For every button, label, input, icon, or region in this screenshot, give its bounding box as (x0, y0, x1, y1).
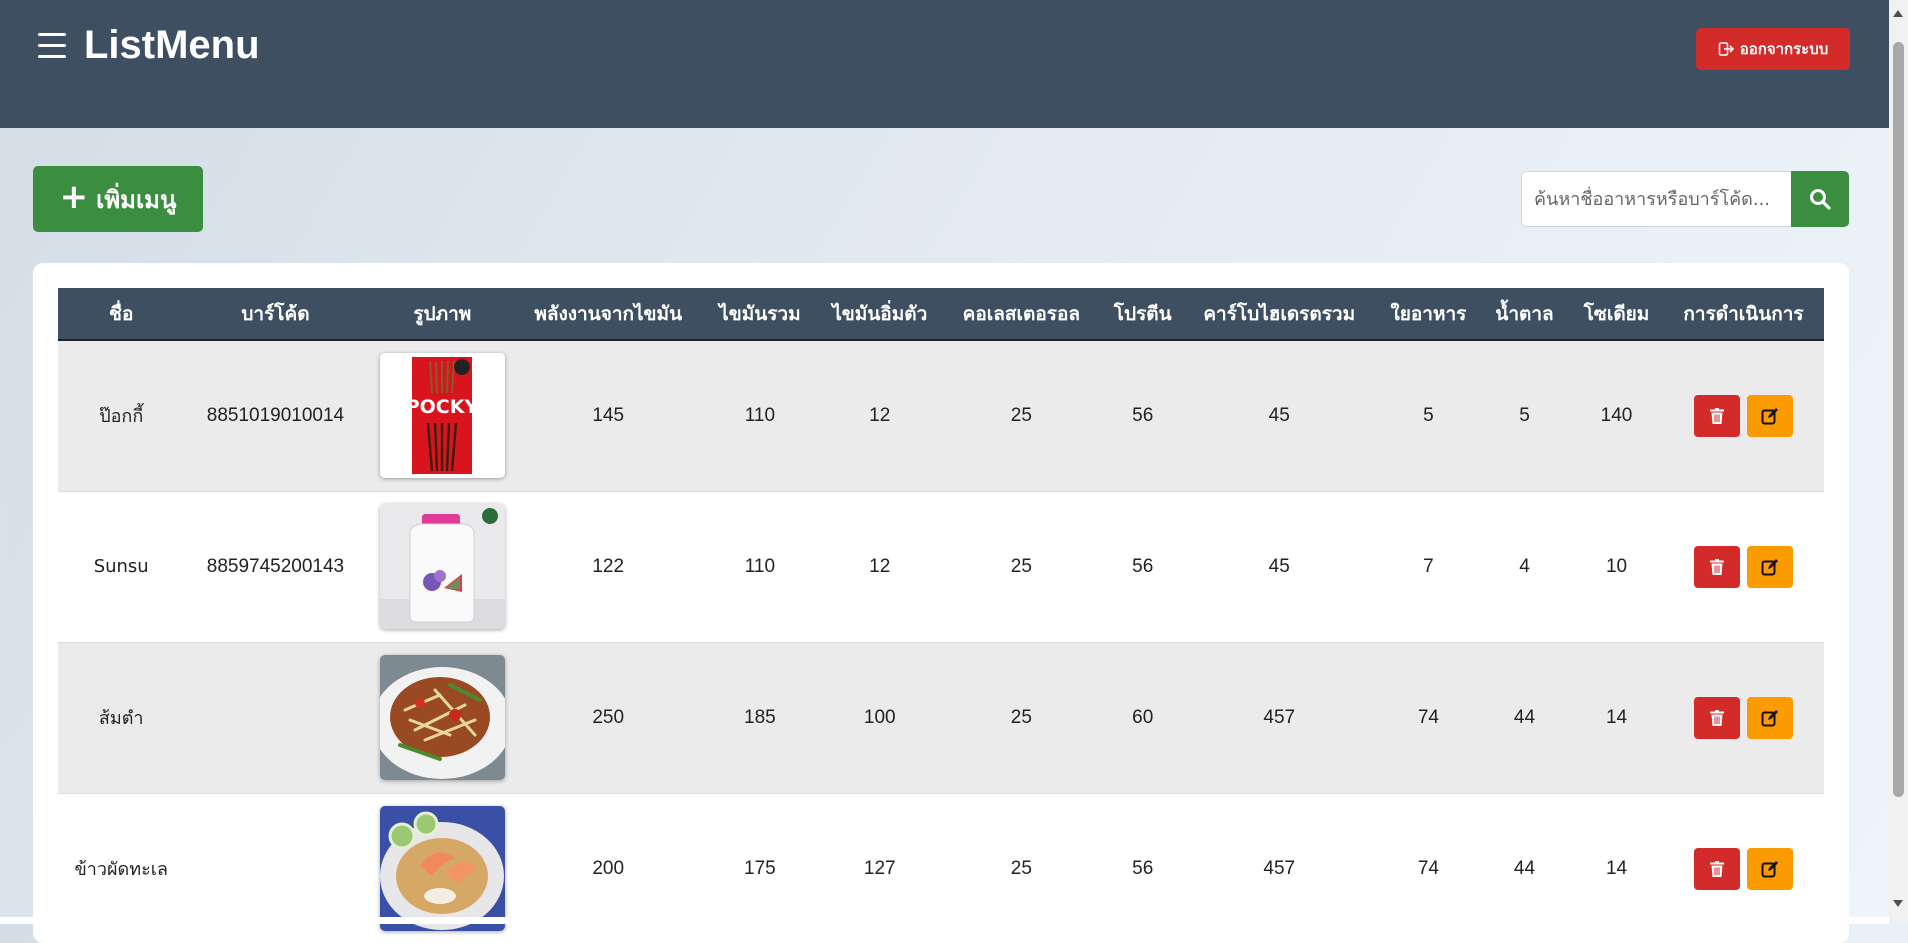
trash-icon (1710, 558, 1725, 575)
seafood-fried-rice-photo (379, 806, 505, 931)
fat-energy: 145 (592, 404, 625, 426)
sugar: 44 (1513, 706, 1536, 728)
sunsu-product-photo (379, 504, 505, 629)
menu-table: ชื่อ บาร์โค้ด รูปภาพ พลังงานจากไขมัน ไขม… (58, 288, 1824, 943)
barcode: 8851019010014 (206, 404, 345, 426)
cholesterol: 25 (1010, 555, 1032, 577)
saturated-fat: 12 (869, 555, 891, 577)
total-fat: 110 (744, 555, 776, 577)
column-header[interactable]: โซเดียม (1570, 288, 1664, 341)
protein: 56 (1132, 555, 1154, 577)
table-header-row: ชื่อ บาร์โค้ด รูปภาพ พลังงานจากไขมัน ไขม… (58, 288, 1824, 341)
trash-icon (1710, 860, 1725, 877)
total-carb: 457 (1263, 706, 1296, 728)
trash-icon (1710, 709, 1725, 726)
column-header[interactable]: โปรตีน (1104, 288, 1181, 341)
delete-button[interactable] (1694, 394, 1741, 437)
food-name: ส้มตำ (98, 708, 144, 729)
edit-button[interactable] (1747, 545, 1794, 588)
sugar: 4 (1519, 555, 1530, 577)
food-name: ป๊อกกี้ (99, 406, 144, 428)
add-menu-button[interactable]: + เพิ่มเมนู (33, 166, 203, 232)
total-carb: 45 (1268, 555, 1290, 577)
fiber: 5 (1423, 404, 1434, 426)
column-header[interactable]: ชื่อ (58, 288, 185, 341)
edit-button[interactable] (1747, 394, 1794, 437)
top-navbar: ListMenu ออกจากระบบ (0, 0, 1889, 128)
edit-icon (1761, 558, 1779, 575)
scroll-down-arrow-icon[interactable] (1893, 900, 1903, 907)
logout-button[interactable]: ออกจากระบบ (1696, 28, 1850, 70)
hamburger-icon[interactable] (38, 33, 66, 59)
sodium: 10 (1605, 555, 1628, 577)
column-header[interactable]: คาร์โบไฮเดรตรวม (1180, 288, 1378, 341)
barcode (184, 642, 366, 793)
edit-icon (1761, 407, 1779, 425)
search-icon (1810, 189, 1831, 210)
edit-button[interactable] (1747, 847, 1794, 890)
edit-icon (1761, 860, 1779, 877)
menu-table-card: ชื่อ บาร์โค้ด รูปภาพ พลังงานจากไขมัน ไขม… (33, 263, 1849, 943)
add-menu-label: เพิ่มเมนู (96, 185, 177, 214)
column-header[interactable]: พลังงานจากไขมัน (518, 288, 699, 341)
saturated-fat: 12 (869, 404, 891, 426)
fat-energy: 122 (592, 555, 625, 577)
column-header[interactable]: น้ำตาล (1478, 288, 1570, 341)
sodium: 140 (1600, 404, 1633, 426)
total-carb: 45 (1268, 404, 1290, 426)
scrollbar-thumb[interactable] (1893, 42, 1904, 797)
column-header[interactable]: ไขมันรวม (698, 288, 822, 341)
total-fat: 110 (744, 404, 776, 426)
food-name: Sunsu (93, 556, 149, 577)
fat-energy: 250 (592, 706, 625, 728)
column-header[interactable]: ใยอาหาร (1377, 288, 1479, 341)
delete-button[interactable] (1694, 696, 1741, 739)
sodium: 14 (1605, 706, 1628, 728)
column-header[interactable]: รูปภาพ (366, 288, 519, 341)
logout-icon (1718, 42, 1734, 56)
edit-icon (1761, 709, 1779, 726)
sugar: 5 (1519, 404, 1530, 426)
plus-icon: + (59, 177, 89, 217)
cholesterol: 25 (1010, 706, 1032, 728)
logout-label: ออกจากระบบ (1739, 40, 1829, 58)
fiber: 7 (1423, 555, 1434, 577)
column-header[interactable]: การดำเนินการ (1663, 288, 1824, 341)
edit-button[interactable] (1747, 696, 1794, 739)
window-bottom-edge (0, 917, 1889, 924)
scroll-up-arrow-icon[interactable] (1893, 10, 1903, 17)
column-header[interactable]: คอเลสเตอรอล (937, 288, 1105, 341)
search-input[interactable] (1521, 171, 1791, 227)
vertical-scrollbar[interactable] (1889, 0, 1908, 924)
pocky-product-photo: POCKY (379, 353, 505, 479)
search-button[interactable] (1791, 171, 1849, 227)
app-title: ListMenu (84, 23, 260, 67)
column-header[interactable]: บาร์โค้ด (184, 288, 367, 341)
barcode: 8859745200143 (206, 555, 345, 577)
total-fat: 185 (744, 706, 776, 728)
table-row: Sunsu 8859745200143 122 110 12 25 56 45 … (58, 491, 1824, 642)
saturated-fat: 100 (863, 706, 896, 728)
delete-button[interactable] (1694, 847, 1741, 890)
cholesterol: 25 (1010, 404, 1032, 426)
fiber: 74 (1417, 706, 1439, 728)
delete-button[interactable] (1694, 545, 1741, 588)
trash-icon (1710, 407, 1725, 424)
svg-text:POCKY: POCKY (406, 396, 479, 418)
somtam-dish-photo (379, 655, 505, 780)
protein: 56 (1132, 404, 1154, 426)
table-row: ป๊อกกี้ 8851019010014 POCKY 145 110 12 2… (58, 340, 1824, 491)
protein: 60 (1132, 706, 1154, 728)
column-header[interactable]: ไขมันอิ่มตัว (821, 288, 938, 341)
table-row: ส้มตำ 250 185 100 25 60 457 74 44 14 (58, 642, 1824, 793)
